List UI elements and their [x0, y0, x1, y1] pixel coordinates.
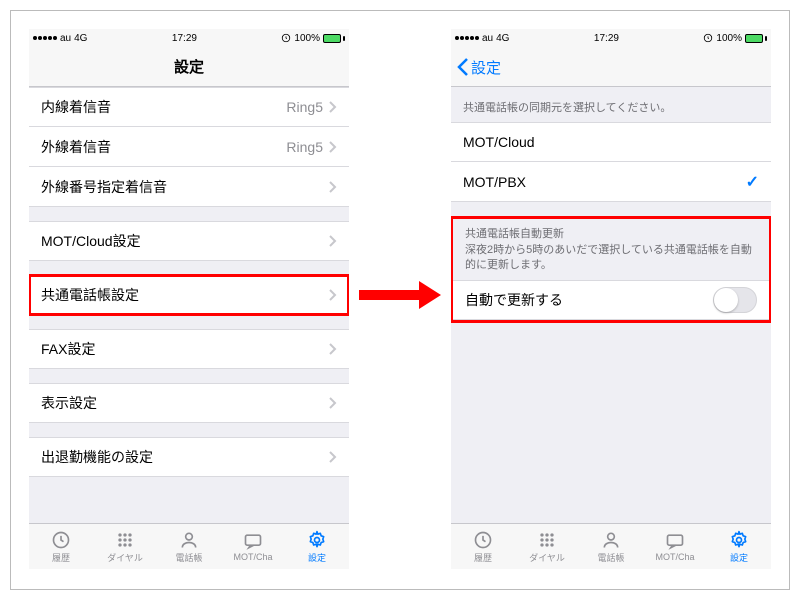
tab-settings[interactable]: 設定	[707, 524, 771, 569]
settings-list: 内線着信音 Ring5 外線着信音 Ring5 外線番号指定着信音 MOT/Cl…	[29, 87, 349, 523]
row-label: MOT/Cloud設定	[41, 231, 329, 251]
row-label: 内線着信音	[41, 97, 286, 117]
nav-bar: 設定	[29, 47, 349, 87]
tab-label: 履歴	[52, 551, 70, 564]
tab-history[interactable]: 履歴	[29, 524, 93, 569]
signal-dots-icon	[455, 36, 479, 40]
tab-settings[interactable]: 設定	[285, 524, 349, 569]
carrier-label: au	[482, 33, 493, 44]
left-screenshot: au 4G 17:29 100% 設定 内線着信音 Ring5 外線着信音 Ri…	[29, 29, 349, 569]
clock: 17:29	[172, 33, 197, 44]
person-icon	[179, 530, 199, 550]
carrier-label: au	[60, 33, 71, 44]
row-fax-settings[interactable]: FAX設定	[29, 329, 349, 369]
back-button[interactable]: 設定	[457, 47, 501, 87]
section-header: 共通電話帳の同期元を選択してください。	[451, 87, 771, 122]
row-attendance-settings[interactable]: 出退勤機能の設定	[29, 437, 349, 477]
row-auto-update: 自動で更新する	[453, 280, 769, 320]
keypad-icon	[115, 530, 135, 550]
back-label: 設定	[471, 57, 501, 78]
nav-bar: 設定	[451, 47, 771, 87]
chevron-right-icon	[329, 397, 337, 409]
section-header: 共通電話帳自動更新 深夜2時から5時のあいだで選択している共通電話帳を自動的に更…	[453, 219, 769, 279]
chevron-right-icon	[329, 181, 337, 193]
clock-icon	[473, 530, 493, 550]
rotation-lock-icon	[703, 33, 713, 43]
tab-label: ダイヤル	[107, 551, 143, 564]
row-label: MOT/PBX	[463, 174, 746, 190]
chevron-right-icon	[329, 289, 337, 301]
page-title: 設定	[174, 56, 204, 77]
row-label: FAX設定	[41, 339, 329, 359]
row-external-ringtone[interactable]: 外線着信音 Ring5	[29, 127, 349, 167]
tab-label: 電話帳	[597, 551, 624, 564]
row-internal-ringtone[interactable]: 内線着信音 Ring5	[29, 87, 349, 127]
person-icon	[601, 530, 621, 550]
status-bar: au 4G 17:29 100%	[451, 29, 771, 47]
row-label: 出退勤機能の設定	[41, 447, 329, 467]
row-value: Ring5	[286, 139, 323, 155]
tab-bar: 履歴 ダイヤル 電話帳 MOT/Cha 設定	[29, 523, 349, 569]
tab-history[interactable]: 履歴	[451, 524, 515, 569]
toggle-knob	[714, 288, 738, 312]
tab-motcha[interactable]: MOT/Cha	[643, 524, 707, 569]
row-mot-cloud-settings[interactable]: MOT/Cloud設定	[29, 221, 349, 261]
tab-dial[interactable]: ダイヤル	[515, 524, 579, 569]
flow-arrow-icon	[359, 281, 441, 309]
chevron-right-icon	[329, 451, 337, 463]
row-label: 外線着信音	[41, 137, 286, 157]
tab-contacts[interactable]: 電話帳	[157, 524, 221, 569]
row-display-settings[interactable]: 表示設定	[29, 383, 349, 423]
row-label: 外線番号指定着信音	[41, 177, 329, 197]
row-mot-cloud-source[interactable]: MOT/Cloud	[451, 122, 771, 162]
tab-contacts[interactable]: 電話帳	[579, 524, 643, 569]
section-desc: 深夜2時から5時のあいだで選択している共通電話帳を自動的に更新します。	[465, 244, 752, 271]
battery-icon	[745, 34, 767, 43]
row-label: 自動で更新する	[465, 290, 713, 310]
section-title: 共通電話帳自動更新	[465, 228, 564, 240]
tab-label: ダイヤル	[529, 551, 565, 564]
tab-label: 電話帳	[175, 551, 202, 564]
chat-icon	[243, 531, 263, 551]
tab-dial[interactable]: ダイヤル	[93, 524, 157, 569]
keypad-icon	[537, 530, 557, 550]
auto-update-group: 共通電話帳自動更新 深夜2時から5時のあいだで選択している共通電話帳を自動的に更…	[451, 216, 771, 322]
right-screenshot: au 4G 17:29 100% 設定 共通電話帳の同期元を選択してください。 …	[451, 29, 771, 569]
status-bar: au 4G 17:29 100%	[29, 29, 349, 47]
row-label: 共通電話帳設定	[41, 285, 329, 305]
tab-label: MOT/Cha	[655, 552, 694, 562]
chevron-right-icon	[329, 235, 337, 247]
row-shared-phonebook-settings[interactable]: 共通電話帳設定	[29, 275, 349, 315]
battery-icon	[323, 34, 345, 43]
row-label: 表示設定	[41, 393, 329, 413]
network-label: 4G	[496, 33, 509, 44]
clock-icon	[51, 530, 71, 550]
tab-label: 履歴	[474, 551, 492, 564]
row-mot-pbx-source[interactable]: MOT/PBX ✓	[451, 162, 771, 202]
chevron-right-icon	[329, 101, 337, 113]
tab-bar: 履歴 ダイヤル 電話帳 MOT/Cha 設定	[451, 523, 771, 569]
chat-icon	[665, 531, 685, 551]
row-label: MOT/Cloud	[463, 134, 759, 150]
battery-percent: 100%	[716, 33, 742, 44]
signal-dots-icon	[33, 36, 57, 40]
auto-update-toggle[interactable]	[713, 287, 757, 313]
row-external-number-ringtone[interactable]: 外線番号指定着信音	[29, 167, 349, 207]
chevron-right-icon	[329, 343, 337, 355]
tab-label: MOT/Cha	[233, 552, 272, 562]
tab-label: 設定	[308, 551, 326, 564]
network-label: 4G	[74, 33, 87, 44]
gear-icon	[307, 530, 327, 550]
clock: 17:29	[594, 33, 619, 44]
row-value: Ring5	[286, 99, 323, 115]
sync-source-list: 共通電話帳の同期元を選択してください。 MOT/Cloud MOT/PBX ✓ …	[451, 87, 771, 523]
gear-icon	[729, 530, 749, 550]
chevron-right-icon	[329, 141, 337, 153]
chevron-left-icon	[457, 58, 469, 76]
battery-percent: 100%	[294, 33, 320, 44]
tab-motcha[interactable]: MOT/Cha	[221, 524, 285, 569]
tab-label: 設定	[730, 551, 748, 564]
checkmark-icon: ✓	[746, 172, 759, 192]
rotation-lock-icon	[281, 33, 291, 43]
